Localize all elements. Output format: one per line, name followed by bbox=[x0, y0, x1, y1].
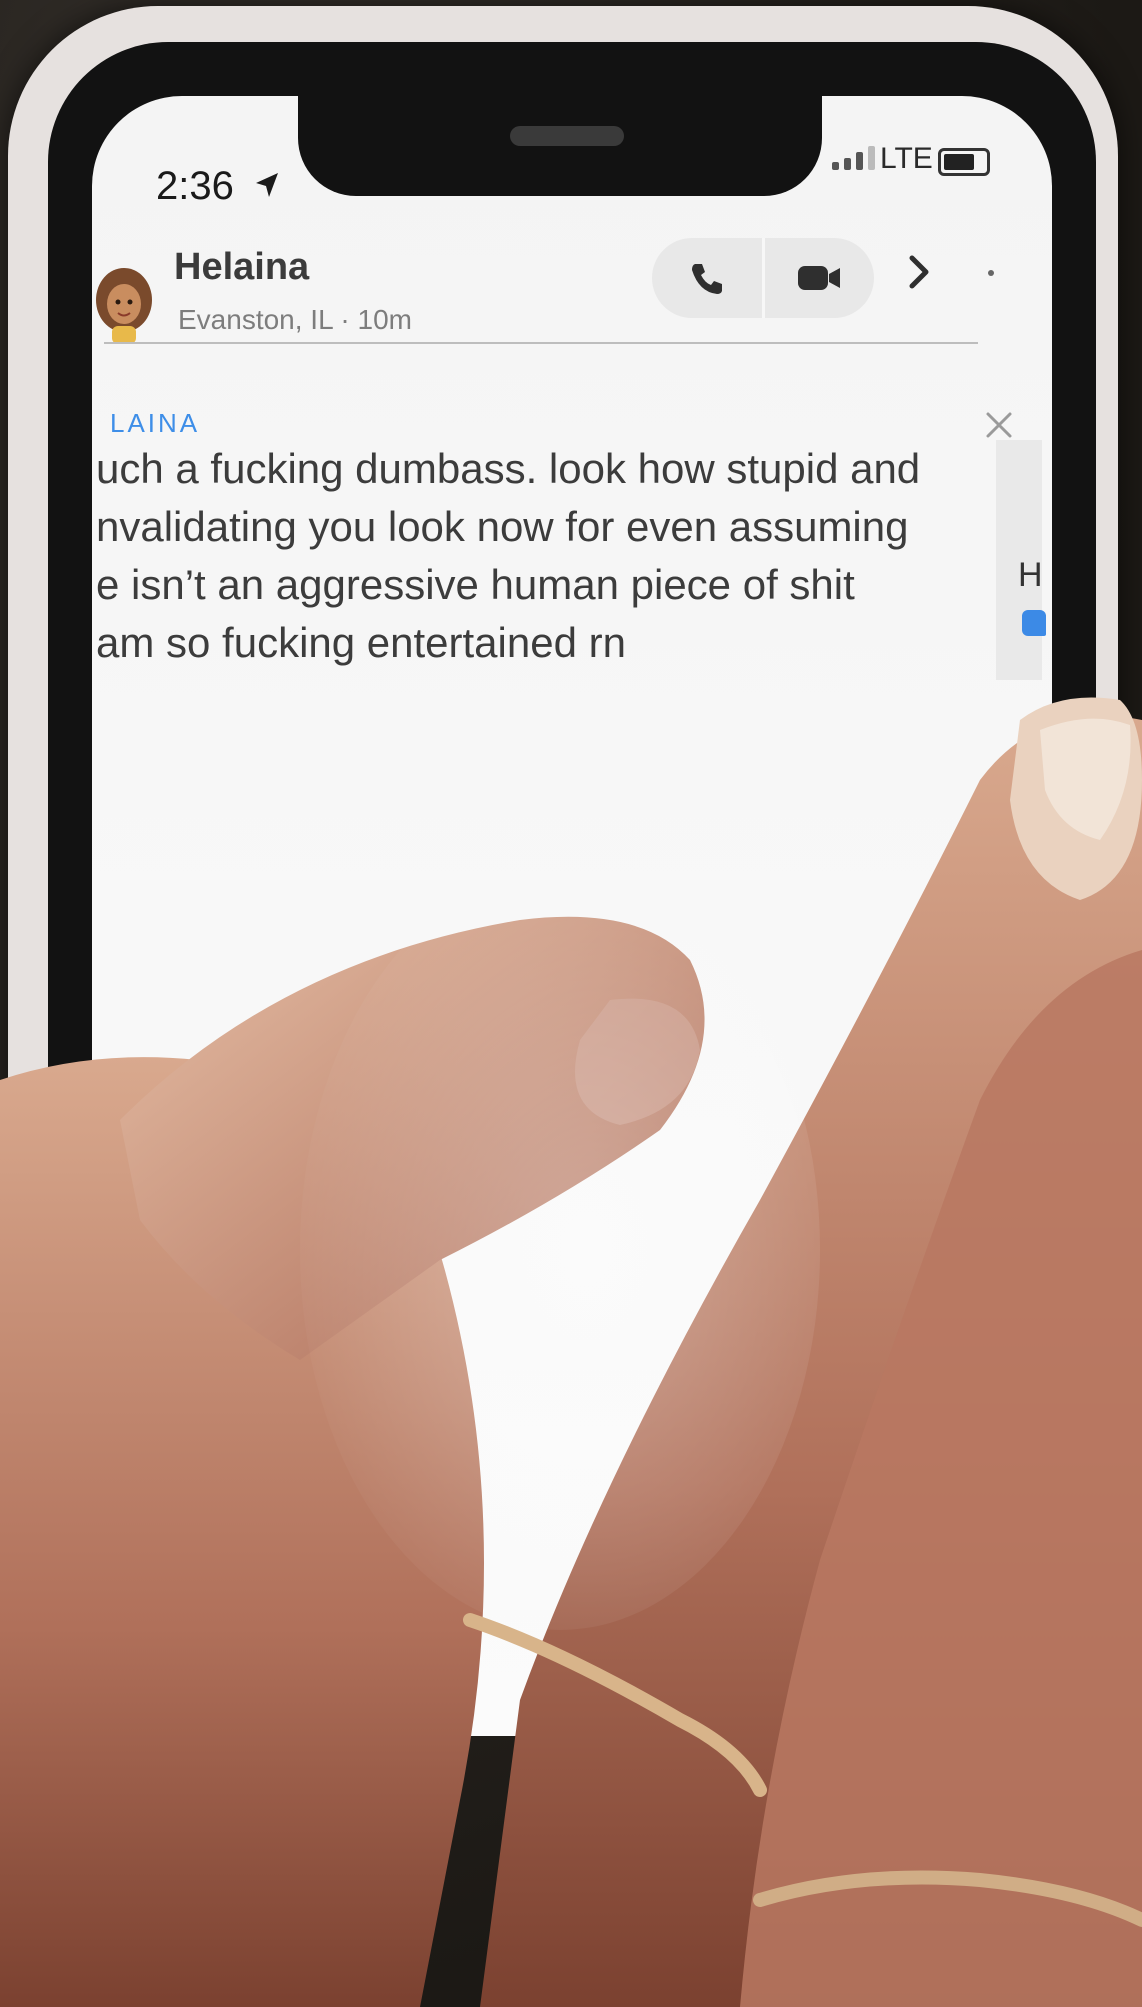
message-line: uch a fucking dumbass. look how stupid a… bbox=[96, 445, 921, 492]
status-time: 2:36 bbox=[156, 164, 234, 208]
video-call-button[interactable] bbox=[761, 238, 875, 318]
side-preview-chat-icon bbox=[1022, 610, 1046, 636]
contact-name[interactable]: Helaina bbox=[174, 246, 309, 289]
battery-icon bbox=[938, 148, 990, 176]
header-divider bbox=[104, 342, 978, 344]
message-line: e isn’t an aggressive human piece of shi… bbox=[96, 561, 855, 608]
sender-name: LAINA bbox=[110, 408, 201, 438]
chevron-right-icon[interactable] bbox=[904, 252, 934, 292]
bitmoji-avatar[interactable] bbox=[94, 266, 154, 346]
call-buttons bbox=[652, 238, 874, 318]
message-line: nvalidating you look now for even assumi… bbox=[96, 503, 909, 550]
voice-call-button[interactable] bbox=[652, 238, 762, 318]
message-text[interactable]: uch a fucking dumbass. look how stupid a… bbox=[96, 440, 956, 672]
location-arrow-icon bbox=[256, 173, 278, 197]
notch bbox=[298, 96, 822, 196]
video-camera-icon bbox=[798, 266, 841, 290]
close-icon[interactable] bbox=[984, 410, 1014, 440]
side-preview-letter: H bbox=[1018, 556, 1043, 594]
more-dot bbox=[988, 270, 994, 276]
signal-icon bbox=[832, 146, 875, 170]
message-line: am so fucking entertained rn bbox=[96, 619, 626, 666]
network-label: LTE bbox=[880, 142, 933, 175]
contact-subtitle: Evanston, IL · 10m bbox=[178, 304, 412, 335]
phone-icon bbox=[691, 264, 722, 294]
speaker bbox=[510, 126, 624, 146]
